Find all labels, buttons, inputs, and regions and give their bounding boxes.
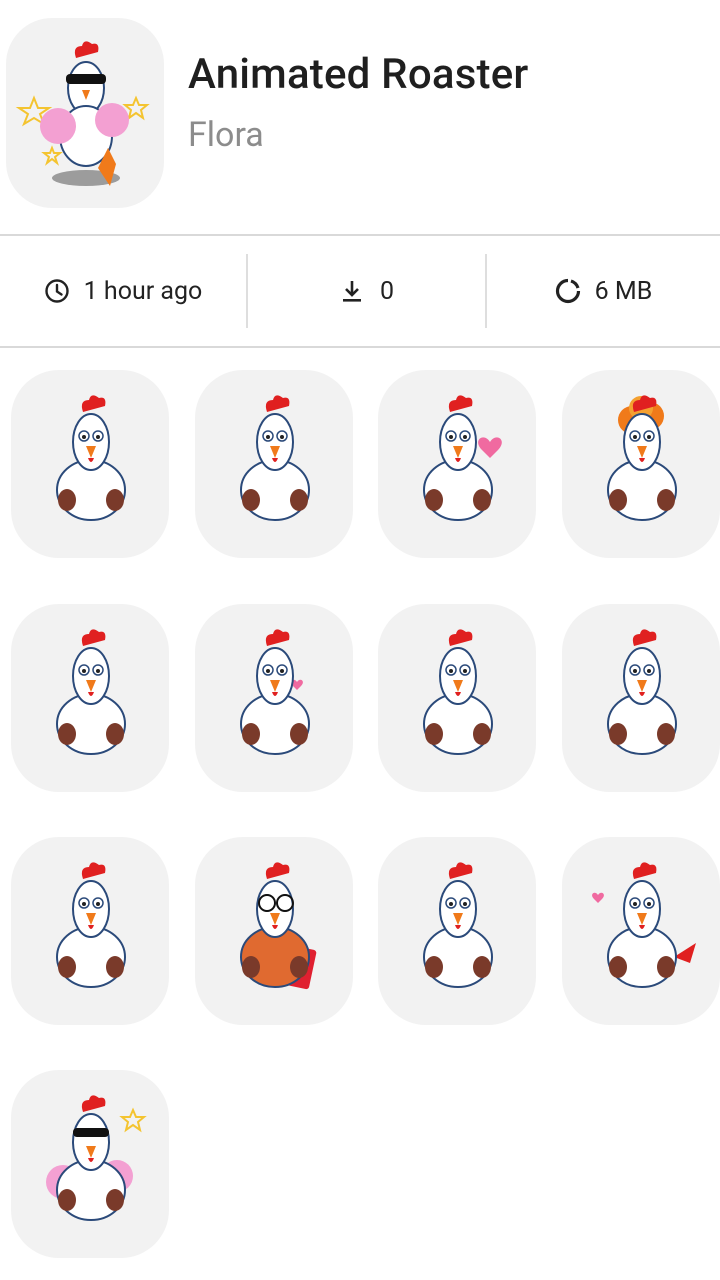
stat-downloads-label: 0 xyxy=(379,276,395,306)
pack-tray-icon xyxy=(6,18,164,208)
pack-title: Animated Roaster xyxy=(188,50,529,99)
rooster-sticker-image xyxy=(423,629,493,755)
clock-icon xyxy=(44,277,72,305)
rooster-sticker-image xyxy=(46,1095,147,1221)
sticker-rooster-cheerleader[interactable] xyxy=(11,1070,169,1258)
stat-size-label: 6 MB xyxy=(594,276,653,306)
rooster-sticker-image xyxy=(240,862,317,990)
rooster-sticker-image xyxy=(240,395,310,521)
download-icon xyxy=(340,277,368,305)
sticker-rooster-ok-sign[interactable] xyxy=(378,837,536,1025)
rooster-cheerleader-icon xyxy=(15,41,150,186)
pack-author: Flora xyxy=(188,115,264,155)
stat-updated-label: 1 hour ago xyxy=(83,276,203,306)
size-ring-icon xyxy=(555,277,583,305)
rooster-sticker-image xyxy=(240,629,310,755)
sticker-rooster-thumbs-up-2[interactable] xyxy=(195,370,353,558)
sticker-rooster-laughing[interactable] xyxy=(11,604,169,792)
sticker-rooster-heartbroken[interactable] xyxy=(378,370,536,558)
stat-updated: 1 hour ago xyxy=(0,236,246,346)
rooster-sticker-image xyxy=(592,862,696,988)
rooster-sticker-image xyxy=(56,629,126,755)
stat-downloads: 0 xyxy=(248,236,486,346)
sticker-rooster-kiss[interactable] xyxy=(195,604,353,792)
rooster-sticker-image xyxy=(56,862,126,988)
pack-stats-bar: 1 hour ago 0 6 MB xyxy=(0,236,720,346)
sticker-rooster-clipboard[interactable] xyxy=(195,837,353,1025)
stat-size: 6 MB xyxy=(487,236,720,346)
stats-divider xyxy=(0,346,720,348)
rooster-sticker-image xyxy=(56,395,126,521)
sticker-rooster-money[interactable] xyxy=(562,604,720,792)
sticker-rooster-muscles[interactable] xyxy=(11,837,169,1025)
rooster-sticker-image xyxy=(423,395,502,521)
rooster-sticker-image xyxy=(607,629,677,755)
sticker-rooster-thumbs-up[interactable] xyxy=(11,370,169,558)
sticker-rooster-dancing[interactable] xyxy=(378,604,536,792)
rooster-sticker-image xyxy=(607,395,677,521)
sticker-rooster-shy[interactable] xyxy=(562,837,720,1025)
sticker-rooster-mind-blown[interactable] xyxy=(562,370,720,558)
rooster-sticker-image xyxy=(423,862,493,988)
pack-header: Animated Roaster Flora xyxy=(0,0,720,234)
